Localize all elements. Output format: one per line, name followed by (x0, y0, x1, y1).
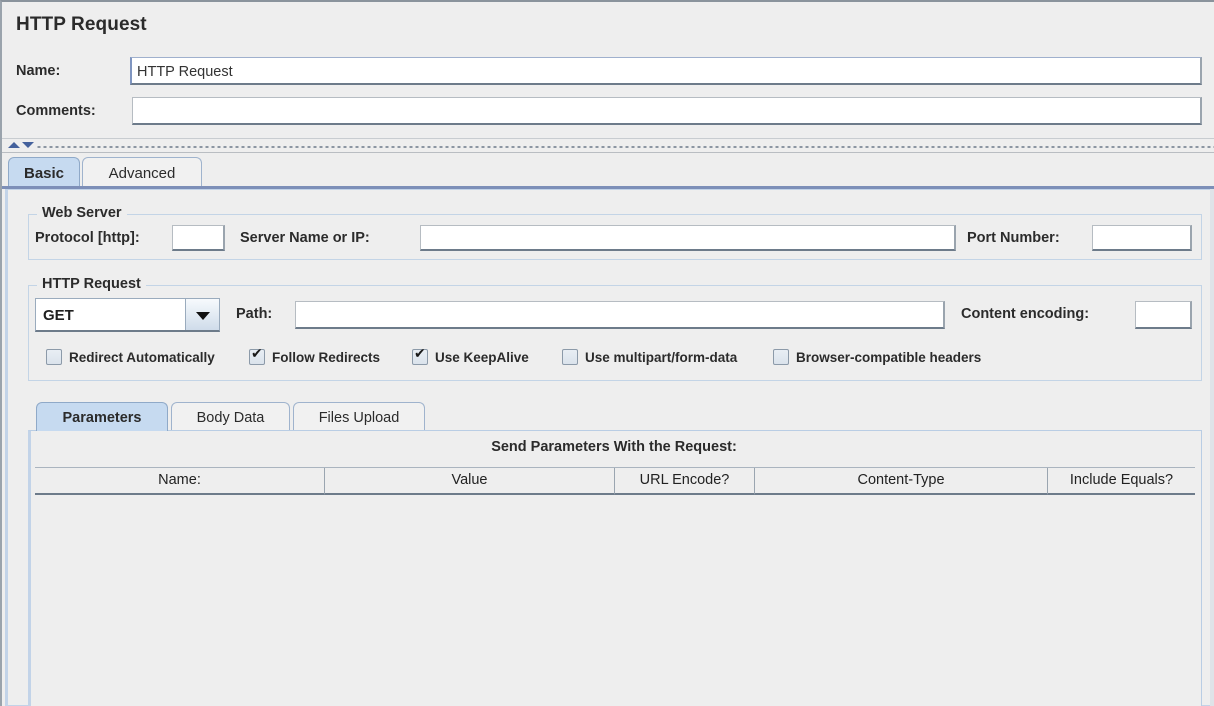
tab-files-upload[interactable]: Files Upload (293, 402, 425, 431)
path-input[interactable] (295, 301, 945, 329)
checkbox-label: Follow Redirects (272, 349, 381, 365)
checkbox-use-multipart-form-data[interactable]: Use multipart/form-data (562, 349, 737, 365)
port-number-label: Port Number: (967, 230, 1060, 246)
protocol-label: Protocol [http]: (35, 230, 140, 246)
table-header-row: Name: Value URL Encode? Content-Type Inc… (35, 468, 1195, 495)
checkbox-follow-redirects[interactable]: Follow Redirects (249, 346, 381, 365)
table-body[interactable] (35, 495, 1195, 700)
name-row: Name: HTTP Request (2, 57, 1214, 87)
comments-input[interactable] (132, 97, 1202, 125)
name-input[interactable]: HTTP Request (130, 57, 1202, 85)
tab-advanced[interactable]: Advanced (82, 157, 202, 186)
column-header-name[interactable]: Name: (35, 468, 325, 495)
method-select-value: GET (36, 299, 185, 330)
checkbox-use-keepalive[interactable]: Use KeepAlive (412, 346, 529, 365)
web-server-group-title: Web Server (37, 205, 127, 221)
http-request-config-panel: HTTP Request Name: HTTP Request Comments… (0, 0, 1214, 706)
tab-body-data[interactable]: Body Data (171, 402, 290, 431)
triangle-up-icon[interactable] (8, 142, 20, 148)
panel-splitter[interactable] (2, 138, 1214, 153)
tab-basic[interactable]: Basic (8, 157, 80, 186)
basic-tab-panel: Web Server Protocol [http]: Server Name … (5, 189, 1213, 706)
checkbox-icon[interactable] (46, 349, 62, 365)
name-label: Name: (16, 63, 61, 79)
checkbox-icon[interactable] (773, 349, 789, 365)
chevron-down-icon[interactable] (185, 299, 219, 330)
checkbox-label: Use KeepAlive (435, 349, 529, 365)
column-header-include-equals[interactable]: Include Equals? (1048, 468, 1195, 495)
checkbox-icon[interactable] (562, 349, 578, 365)
checkbox-redirect-automatically[interactable]: Redirect Automatically (46, 349, 215, 365)
tab-parameters[interactable]: Parameters (36, 402, 168, 431)
checkbox-label: Use multipart/form-data (585, 349, 738, 365)
parameters-panel: Send Parameters With the Request: Name: … (28, 430, 1202, 706)
panel-scroll-edge[interactable] (1210, 189, 1214, 706)
port-number-input[interactable] (1092, 225, 1192, 251)
content-encoding-label: Content encoding: (961, 306, 1090, 322)
server-name-label: Server Name or IP: (240, 230, 370, 246)
parameters-table: Name: Value URL Encode? Content-Type Inc… (35, 467, 1195, 701)
comments-row: Comments: (2, 97, 1214, 127)
checkbox-checked-icon[interactable] (412, 346, 428, 365)
checkbox-browser-compatible-headers[interactable]: Browser-compatible headers (773, 349, 981, 365)
checkbox-label: Redirect Automatically (69, 349, 215, 365)
parameters-caption: Send Parameters With the Request: (491, 439, 737, 455)
column-header-content-type[interactable]: Content-Type (755, 468, 1048, 495)
checkbox-checked-icon[interactable] (249, 346, 265, 365)
parameters-tabstrip: Parameters Body Data Files Upload (28, 402, 1202, 431)
comments-label: Comments: (16, 103, 96, 119)
path-label: Path: (236, 306, 273, 322)
main-tabstrip: Basic Advanced (2, 157, 1214, 187)
checkbox-label: Browser-compatible headers (796, 349, 982, 365)
request-options-row: Redirect Automatically Follow Redirects … (29, 346, 1203, 373)
server-name-input[interactable] (420, 225, 956, 251)
method-select[interactable]: GET (35, 298, 220, 332)
http-request-group-title: HTTP Request (37, 276, 146, 292)
protocol-input[interactable] (172, 225, 225, 251)
page-title: HTTP Request (16, 14, 147, 35)
content-encoding-input[interactable] (1135, 301, 1192, 329)
column-header-value[interactable]: Value (325, 468, 615, 495)
column-header-url-encode[interactable]: URL Encode? (615, 468, 755, 495)
triangle-down-icon[interactable] (22, 142, 34, 148)
splitter-grip[interactable] (36, 145, 1214, 149)
web-server-group: Web Server Protocol [http]: Server Name … (28, 205, 1202, 260)
http-request-group: HTTP Request GET Path: Content encoding:… (28, 276, 1203, 381)
